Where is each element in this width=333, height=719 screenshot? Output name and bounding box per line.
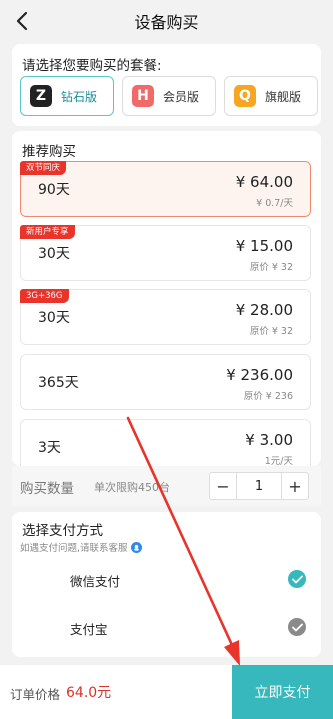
quantity-stepper: − 1 +	[209, 472, 309, 500]
quantity-row: 购买数量 单次限购450台 − 1 +	[12, 466, 321, 506]
package-original-price: 原价 ¥ 236	[243, 391, 293, 402]
promo-badge: 3G+36G	[20, 289, 69, 303]
payment-option-alipay[interactable]: 支付宝	[12, 607, 321, 647]
package-original-price: 原价 ¥ 32	[249, 262, 293, 273]
package-name: 365天	[38, 375, 79, 391]
package-price: ¥ 28.00	[235, 301, 293, 319]
promo-badge: 新用户专享	[20, 225, 75, 239]
plan-option-label: 会员版	[163, 89, 200, 104]
package-price: ¥ 64.00	[235, 173, 293, 191]
quantity-label: 购买数量	[20, 481, 74, 497]
payment-option-label: 微信支付	[70, 574, 121, 589]
package-unit-price: ¥ 0.7/天	[256, 198, 293, 209]
package-name: 30天	[38, 310, 70, 326]
plan-option-flagship[interactable]: Q 旗舰版	[224, 76, 318, 116]
package-name: 3天	[38, 440, 61, 456]
member-logo-icon: H	[132, 85, 154, 107]
pay-now-button[interactable]: 立即支付	[232, 665, 333, 719]
plan-option-label: 钻石版	[61, 89, 98, 104]
recommend-title: 推荐购买	[22, 144, 76, 160]
package-name: 30天	[38, 246, 70, 262]
order-total-label: 订单价格	[10, 687, 61, 702]
payment-help[interactable]: 如遇支付问题,请联系客服	[20, 540, 142, 554]
plan-option-member[interactable]: H 会员版	[122, 76, 216, 116]
package-option-30d-data[interactable]: 3G+36G 30天 ¥ 28.00 原价 ¥ 32	[20, 289, 311, 345]
plus-button[interactable]: +	[282, 477, 308, 496]
package-unit-price: 1元/天	[264, 456, 293, 466]
payment-card: 选择支付方式 如遇支付问题,请联系客服 微信支付 支付宝	[12, 512, 321, 657]
page-title: 设备购买	[134, 13, 199, 32]
package-original-price: 原价 ¥ 32	[249, 326, 293, 337]
promo-badge: 双节同庆	[20, 161, 67, 175]
plan-option-diamond[interactable]: Z 钻石版	[20, 76, 114, 116]
order-total-value: 64.0元	[66, 685, 112, 701]
quantity-limit: 单次限购450台	[94, 481, 170, 494]
flagship-logo-icon: Q	[234, 85, 256, 107]
checked-icon[interactable]	[288, 570, 306, 588]
package-price: ¥ 15.00	[235, 237, 293, 255]
plan-options: Z 钻石版 H 会员版 Q 旗舰版	[20, 76, 330, 116]
recommend-card: 推荐购买 双节同庆 90天 ¥ 64.00 ¥ 0.7/天 新用户专享 30天 …	[12, 131, 321, 466]
package-price: ¥ 3.00	[245, 431, 293, 449]
payment-help-text: 如遇支付问题,请联系客服	[20, 543, 128, 554]
order-footer: 订单价格 64.0元 立即支付	[0, 665, 333, 719]
package-option-3d[interactable]: 3天 ¥ 3.00 1元/天	[20, 419, 311, 466]
header-bar: 设备购买	[0, 0, 333, 42]
package-name: 90天	[38, 182, 70, 198]
diamond-logo-icon: Z	[30, 85, 52, 107]
plan-card: 请选择您要购买的套餐: Z 钻石版 H 会员版 Q 旗舰版	[12, 44, 321, 126]
plan-section-title: 请选择您要购买的套餐:	[22, 58, 162, 74]
chevron-left-icon	[16, 11, 28, 31]
payment-title: 选择支付方式	[22, 523, 103, 539]
package-option-30d-new[interactable]: 新用户专享 30天 ¥ 15.00 原价 ¥ 32	[20, 225, 311, 281]
package-option-90d[interactable]: 双节同庆 90天 ¥ 64.00 ¥ 0.7/天	[20, 161, 311, 217]
payment-option-wechat[interactable]: 微信支付	[12, 559, 321, 599]
package-option-365d[interactable]: 365天 ¥ 236.00 原价 ¥ 236	[20, 354, 311, 410]
customer-service-icon[interactable]	[130, 541, 142, 553]
unchecked-icon[interactable]	[288, 618, 306, 636]
minus-button[interactable]: −	[210, 477, 236, 496]
package-price: ¥ 236.00	[226, 366, 293, 384]
quantity-input[interactable]: 1	[236, 473, 282, 499]
back-button[interactable]	[8, 7, 36, 35]
plan-option-label: 旗舰版	[265, 89, 302, 104]
payment-option-label: 支付宝	[70, 622, 108, 637]
